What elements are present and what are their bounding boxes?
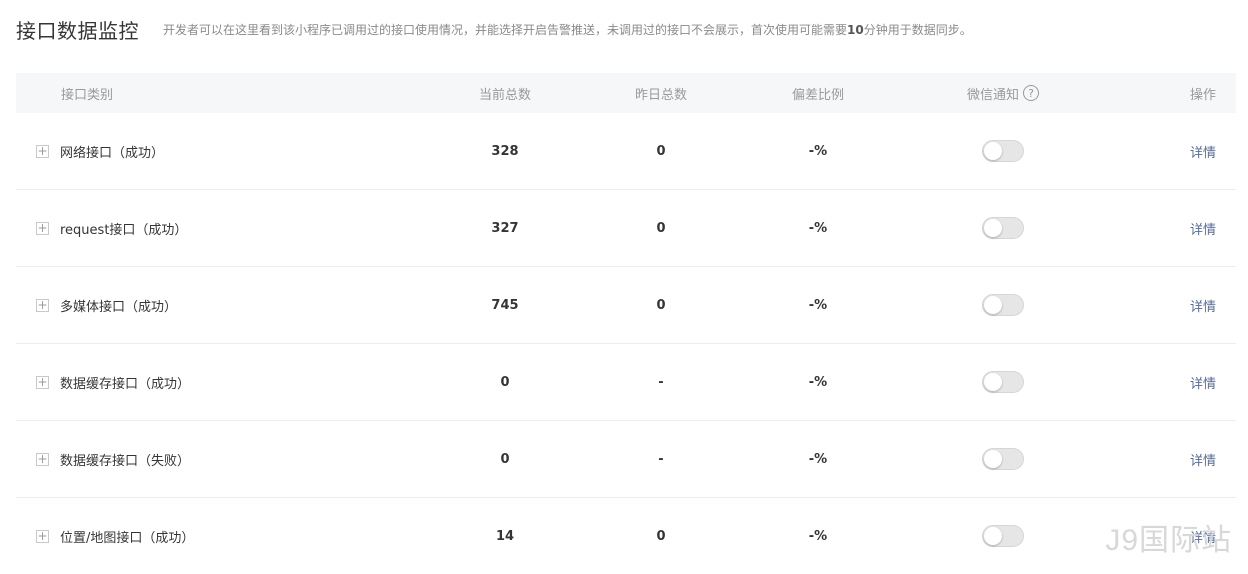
cell-deviation: -% <box>808 374 828 390</box>
wechat-notify-toggle[interactable] <box>982 217 1024 239</box>
wechat-notify-toggle[interactable] <box>982 294 1024 316</box>
details-link[interactable]: 详情 <box>1190 223 1216 238</box>
wechat-notify-toggle[interactable] <box>982 371 1024 393</box>
table-row: + request接口（成功） 327 0 -% 详情 <box>16 190 1236 267</box>
cell-wechat-notify <box>928 140 1078 162</box>
details-link[interactable]: 详情 <box>1190 454 1216 469</box>
cell-wechat-notify <box>928 371 1078 393</box>
expand-plus-icon[interactable]: + <box>36 452 49 466</box>
table-row: + 数据缓存接口（成功） 0 - -% 详情 <box>16 344 1236 421</box>
cell-type: + 多媒体接口（成功） <box>16 296 396 315</box>
page-description: 开发者可以在这里看到该小程序已调用过的接口使用情况，并能选择开启告警推送，未调用… <box>163 21 972 38</box>
cell-yesterday-total: - <box>658 451 664 467</box>
wechat-notify-toggle[interactable] <box>982 140 1024 162</box>
table-header: 接口类别 当前总数 昨日总数 偏差比例 微信通知 ? 操作 <box>16 73 1236 113</box>
page-title: 接口数据监控 <box>16 18 139 43</box>
cell-deviation: -% <box>808 528 828 544</box>
api-monitor-table: 接口类别 当前总数 昨日总数 偏差比例 微信通知 ? 操作 + 网络接口（成功）… <box>16 73 1236 574</box>
cell-deviation: -% <box>808 451 828 467</box>
header-action: 操作 <box>1189 87 1216 103</box>
api-type-name: 数据缓存接口（成功） <box>60 376 191 392</box>
cell-deviation: -% <box>808 297 828 313</box>
cell-current-total: 745 <box>491 297 519 313</box>
expand-plus-icon[interactable]: + <box>36 221 49 235</box>
expand-plus-icon[interactable]: + <box>36 298 49 312</box>
toggle-knob <box>984 527 1002 545</box>
header-yesterday-total: 昨日总数 <box>634 87 687 103</box>
header-deviation: 偏差比例 <box>791 87 844 103</box>
wechat-notify-toggle[interactable] <box>982 525 1024 547</box>
cell-current-total: 0 <box>500 374 510 390</box>
api-type-name: 数据缓存接口（失败） <box>60 453 191 469</box>
cell-current-total: 327 <box>491 220 519 236</box>
expand-plus-icon[interactable]: + <box>36 144 49 158</box>
cell-type: + 数据缓存接口（成功） <box>16 373 396 392</box>
api-type-name: 位置/地图接口（成功） <box>60 530 195 546</box>
expand-plus-icon[interactable]: + <box>36 375 49 389</box>
cell-yesterday-total: - <box>658 374 664 390</box>
table-row: + 多媒体接口（成功） 745 0 -% 详情 <box>16 267 1236 344</box>
description-sync-minutes: 10 <box>847 22 864 37</box>
toggle-knob <box>984 219 1002 237</box>
cell-type: + 网络接口（成功） <box>16 142 396 161</box>
cell-type: + request接口（成功） <box>16 219 396 238</box>
api-type-name: 网络接口（成功） <box>60 145 165 161</box>
details-link[interactable]: 详情 <box>1190 146 1216 161</box>
cell-deviation: -% <box>808 143 828 159</box>
header-wechat-notify-label: 微信通知 <box>966 87 1019 103</box>
cell-deviation: -% <box>808 220 828 236</box>
description-text-post: 分钟用于数据同步。 <box>863 22 972 37</box>
cell-current-total: 0 <box>500 451 510 467</box>
description-text-pre: 开发者可以在这里看到该小程序已调用过的接口使用情况，并能选择开启告警推送，未调用… <box>163 22 848 37</box>
cell-yesterday-total: 0 <box>656 220 666 236</box>
api-type-name: 多媒体接口（成功） <box>60 299 178 315</box>
wechat-notify-toggle[interactable] <box>982 448 1024 470</box>
cell-wechat-notify <box>928 294 1078 316</box>
toggle-knob <box>984 296 1002 314</box>
details-link[interactable]: 详情 <box>1190 300 1216 315</box>
toggle-knob <box>984 450 1002 468</box>
expand-plus-icon[interactable]: + <box>36 529 49 543</box>
table-row: + 网络接口（成功） 328 0 -% 详情 <box>16 113 1236 190</box>
cell-current-total: 328 <box>491 143 519 159</box>
header-type: 接口类别 <box>61 87 114 103</box>
cell-wechat-notify <box>928 217 1078 239</box>
watermark: J9国际站 <box>1105 524 1232 557</box>
cell-type: + 位置/地图接口（成功） <box>16 527 396 546</box>
toggle-knob <box>984 373 1002 391</box>
header-wechat-notify: 微信通知 ? <box>928 84 1078 103</box>
table-row: + 位置/地图接口（成功） 14 0 -% 详情 <box>16 498 1236 574</box>
cell-type: + 数据缓存接口（失败） <box>16 450 396 469</box>
cell-yesterday-total: 0 <box>656 528 666 544</box>
cell-yesterday-total: 0 <box>656 143 666 159</box>
page-header: 接口数据监控 开发者可以在这里看到该小程序已调用过的接口使用情况，并能选择开启告… <box>16 14 972 44</box>
header-current-total: 当前总数 <box>478 87 531 103</box>
help-icon[interactable]: ? <box>1023 85 1039 101</box>
cell-yesterday-total: 0 <box>656 297 666 313</box>
table-row: + 数据缓存接口（失败） 0 - -% 详情 <box>16 421 1236 498</box>
cell-wechat-notify <box>928 525 1078 547</box>
toggle-knob <box>984 142 1002 160</box>
api-type-name: request接口（成功） <box>60 222 188 238</box>
details-link[interactable]: 详情 <box>1190 377 1216 392</box>
cell-current-total: 14 <box>495 528 515 544</box>
cell-wechat-notify <box>928 448 1078 470</box>
